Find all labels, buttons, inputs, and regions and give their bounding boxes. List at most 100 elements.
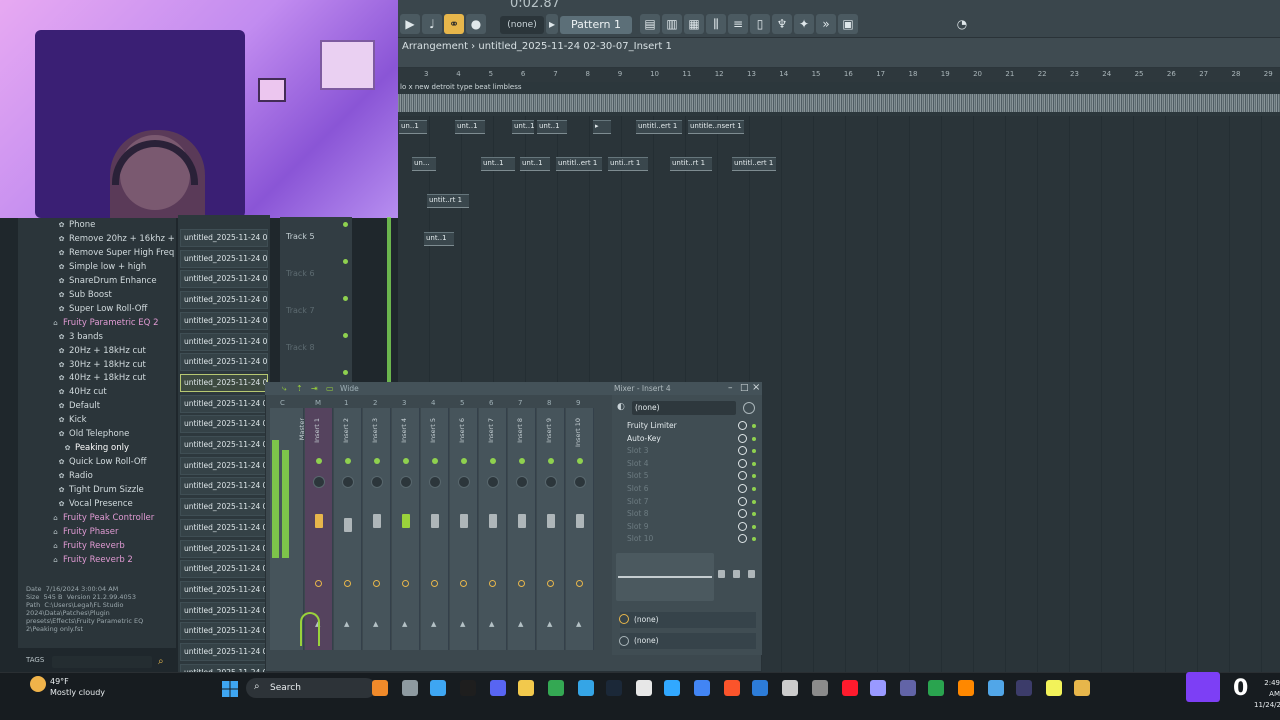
pan-knob[interactable] [371, 476, 383, 488]
volume-fader[interactable] [373, 514, 381, 528]
mixer-mode-label[interactable]: Wide [340, 384, 359, 393]
render-icon[interactable]: ▣ [838, 14, 858, 34]
strip-mute-led[interactable] [345, 458, 351, 464]
pan-knob[interactable] [342, 476, 354, 488]
playlist-clip[interactable]: unt..1 [455, 120, 485, 134]
eq-fader-mid[interactable] [733, 570, 740, 578]
minimize-icon[interactable]: – [728, 383, 733, 393]
browser-preset[interactable]: ✿ Kick [58, 415, 87, 425]
arrow-icon[interactable]: ▶ [400, 14, 420, 34]
playlist-clip[interactable]: ▸ [593, 120, 611, 134]
slot-mix-knob[interactable] [738, 484, 747, 493]
channel-rack-icon[interactable]: ▦ [684, 14, 704, 34]
track-mute-led[interactable] [343, 333, 348, 338]
maximize-icon[interactable]: □ [740, 383, 749, 393]
recorded-file[interactable]: untitled_2025-11-24 02-... [180, 229, 268, 247]
mixer-up-icon[interactable]: ⇡ [296, 384, 303, 393]
recorded-file[interactable]: untitled_2025-11-24 02-... [180, 518, 268, 537]
taskbar-search[interactable]: Search [246, 678, 376, 698]
browser-preset[interactable]: ✿ SnareDrum Enhance [58, 276, 157, 286]
pan-knob[interactable] [545, 476, 557, 488]
fx-slot[interactable]: Slot 8 [620, 508, 740, 520]
strip-mute-led[interactable] [432, 458, 438, 464]
slot-enable-led[interactable] [752, 524, 756, 529]
browser-preset[interactable]: ✿ Sub Boost [58, 290, 112, 300]
browser-preset[interactable]: ✿ Simple low + high [58, 262, 147, 272]
taskbar-clock[interactable]: 2:49 AM 11/24/2025 [1254, 678, 1280, 711]
obs-icon[interactable] [636, 680, 652, 696]
strip-mute-led[interactable] [403, 458, 409, 464]
eq-fader-low[interactable] [718, 570, 725, 578]
browser-preset[interactable]: ✿ 40Hz cut [58, 387, 107, 397]
slot-enable-led[interactable] [752, 487, 756, 491]
slot-enable-led[interactable] [752, 461, 756, 466]
recorded-file[interactable]: untitled_2025-11-24 02-... [180, 394, 268, 413]
recorded-file[interactable]: untitled_2025-11-24 02-... [180, 456, 268, 475]
eq-fader-high[interactable] [748, 570, 755, 578]
mixer-strip[interactable] [479, 408, 507, 650]
volume-fader[interactable] [576, 514, 584, 528]
pan-knob[interactable] [429, 476, 441, 488]
recorded-file[interactable]: untitled_2025-11-24 02-... [180, 436, 268, 454]
steam-icon[interactable] [606, 680, 622, 696]
browser-preset[interactable]: ✿ Remove 20hz + 16khz + [58, 234, 175, 244]
fx-slot[interactable]: Slot 3 [620, 445, 740, 457]
browser-preset[interactable]: ✿ Quick Low Roll-Off [58, 457, 147, 467]
slot-mix-knob[interactable] [738, 521, 747, 531]
volume-fader[interactable] [547, 514, 555, 528]
pan-knob[interactable] [400, 476, 412, 488]
slot-enable-led[interactable] [752, 424, 756, 428]
mixer-strip[interactable] [450, 408, 478, 650]
premiere-icon[interactable] [870, 680, 886, 696]
send-knob[interactable] [344, 580, 351, 587]
slot-mix-knob[interactable] [738, 458, 747, 468]
strip-mute-led[interactable] [316, 458, 322, 464]
volume-fader[interactable] [402, 514, 410, 528]
pan-knob[interactable] [574, 476, 586, 488]
track-label[interactable]: Track 5 [286, 232, 315, 241]
teams-icon[interactable] [900, 680, 916, 696]
strip-mute-led[interactable] [461, 458, 467, 464]
close-icon[interactable]: × [752, 382, 760, 393]
route-arrow-icon[interactable]: ▲ [460, 620, 465, 628]
browser-preset[interactable]: ✿ 3 bands [58, 332, 103, 342]
mixer-strip[interactable] [421, 408, 449, 650]
browser-preset[interactable]: ✿ Super Low Roll-Off [58, 304, 148, 314]
photos-icon[interactable] [578, 680, 594, 696]
mixer-icon[interactable]: ⫼ [706, 14, 726, 34]
flstudio-icon[interactable] [1074, 680, 1090, 696]
volume-fader[interactable] [489, 514, 497, 528]
recorded-file[interactable]: untitled_2025-11-24 02-... [180, 291, 268, 310]
route-arrow-icon[interactable]: ▲ [547, 620, 552, 628]
route-out-select[interactable]: (none) [620, 633, 756, 649]
recorded-file[interactable]: untitled_2025-11-24 02-... [180, 373, 268, 392]
send-knob[interactable] [402, 580, 409, 587]
send-knob[interactable] [431, 580, 438, 587]
app-icon[interactable] [928, 680, 944, 696]
slot-enable-led[interactable] [752, 436, 756, 441]
track-mute-led[interactable] [343, 296, 348, 301]
mixer-strip[interactable] [508, 408, 536, 650]
fx-slot[interactable]: Slot 9 [620, 521, 740, 533]
mixer-menu-icon[interactable]: ▭ [326, 384, 334, 393]
opera-icon[interactable] [842, 680, 858, 696]
copilot-icon[interactable] [430, 680, 446, 696]
browser-plugin-folder[interactable]: ⌂ Fruity Reeverb 2 [52, 555, 133, 565]
browser-icon[interactable]: ≡ [728, 14, 748, 34]
plugin-icon[interactable]: ♆ [772, 14, 792, 34]
edge-icon[interactable] [752, 680, 768, 696]
recorded-file[interactable]: untitled_2025-11-24 02-... [180, 601, 268, 620]
volume-fader[interactable] [344, 518, 352, 532]
recorded-file[interactable]: untitled_2025-11-24 02-... [180, 560, 268, 579]
pianoroll-icon[interactable]: ▥ [662, 14, 682, 34]
route-arrow-icon[interactable]: ▲ [576, 620, 581, 628]
browser-preset[interactable]: ✿ Remove Super High Freq [58, 248, 175, 258]
browser-preset[interactable]: ✿ 40Hz + 18kHz cut [58, 373, 146, 383]
track-mute-led[interactable] [343, 222, 348, 227]
timeline-ruler[interactable] [398, 68, 1280, 82]
browser-plugin-folder[interactable]: ⌂ Fruity Phaser [52, 527, 118, 537]
fx-slot[interactable]: Slot 7 [620, 496, 740, 508]
route-arrow-icon[interactable]: ▲ [344, 620, 349, 628]
strip-mute-led[interactable] [548, 458, 554, 464]
photoshop-icon[interactable] [664, 680, 680, 696]
